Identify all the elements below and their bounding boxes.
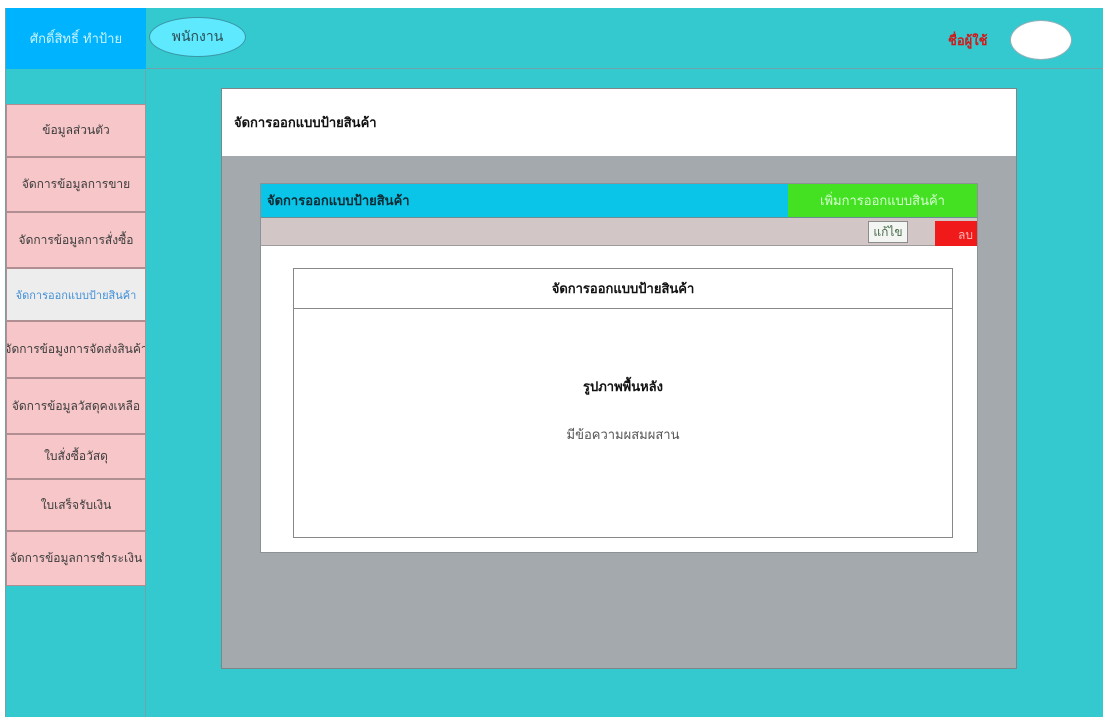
content-panel: จัดการออกแบบป้ายสินค้า จัดการออกแบบป้ายส… (221, 88, 1017, 669)
sidebar: ข้อมูลส่วนตัว จัดการข้อมูลการขาย จัดการข… (6, 70, 146, 717)
background-image-label: รูปภาพพื้นหลัง (582, 380, 663, 395)
username-label: ชื่อผู้ใช้ (948, 34, 988, 49)
sidebar-item-shipping[interactable]: จัดการข้อมูงการจัดส่งสินค้า (6, 321, 146, 378)
add-design-button[interactable]: เพิ่มการออกแบบสินค้า (788, 184, 977, 218)
design-card[interactable]: จัดการออกแบบป้ายสินค้า รูปภาพพื้นหลัง มี… (293, 268, 953, 538)
mixed-text-label: มีข้อความผสมผสาน (566, 428, 680, 443)
card-title: จัดการออกแบบป้ายสินค้า (294, 269, 952, 309)
sidebar-item-payment[interactable]: จัดการข้อมูลการชำระเงิน (6, 531, 146, 586)
sidebar-item-inventory[interactable]: จัดการข้อมูลวัสดุคงเหลือ (6, 378, 146, 434)
sidebar-item-receipt[interactable]: ใบเสร็จรับเงิน (6, 479, 146, 531)
sidebar-item-orders[interactable]: จัดการข้อมูลการสั่งซื้อ (6, 212, 146, 268)
sidebar-item-sales[interactable]: จัดการข้อมูลการขาย (6, 157, 146, 212)
edit-button[interactable]: แก้ไข (868, 221, 908, 243)
sidebar-item-purchase-order[interactable]: ใบสั่งซื้อวัสดุ (6, 434, 146, 479)
action-toolbar: แก้ไข ลบ (261, 218, 977, 246)
page-title: จัดการออกแบบป้ายสินค้า (222, 89, 1016, 156)
app-frame: ศักดิ์สิทธิ์ ทำป้าย พนักงาน ชื่อผู้ใช้ ข… (5, 8, 1103, 717)
user-avatar[interactable] (1010, 20, 1072, 60)
sidebar-item-profile[interactable]: ข้อมูลส่วนตัว (6, 104, 146, 157)
role-badge[interactable]: พนักงาน (149, 17, 246, 57)
delete-button[interactable]: ลบ (935, 221, 977, 246)
section-title: จัดการออกแบบป้ายสินค้า (261, 184, 788, 218)
sidebar-item-label-design[interactable]: จัดการออกแบบป้ายสินค้า (6, 268, 146, 321)
top-header: ศักดิ์สิทธิ์ ทำป้าย พนักงาน ชื่อผู้ใช้ (6, 8, 1103, 69)
brand-logo[interactable]: ศักดิ์สิทธิ์ ทำป้าย (6, 8, 146, 69)
design-manager-box: จัดการออกแบบป้ายสินค้า เพิ่มการออกแบบสิน… (260, 183, 978, 553)
